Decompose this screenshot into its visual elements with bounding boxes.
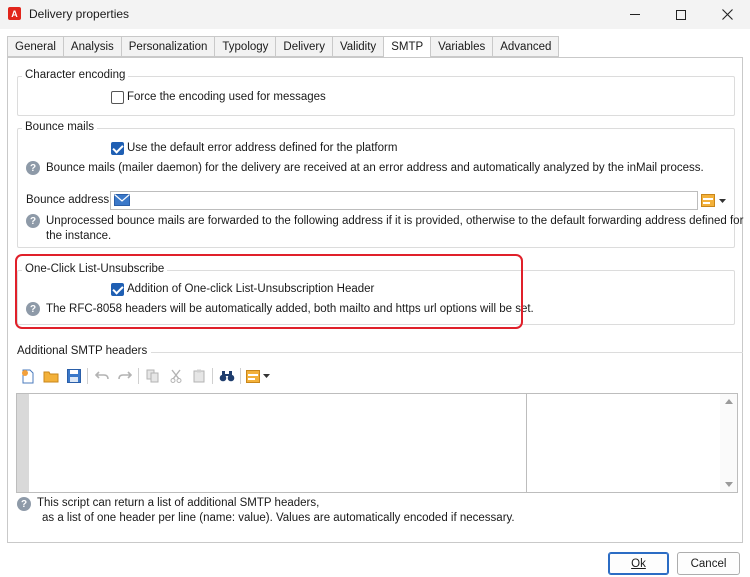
close-icon xyxy=(721,9,733,20)
tab-delivery[interactable]: Delivery xyxy=(275,36,332,57)
save-button[interactable] xyxy=(62,366,85,386)
tab-validity[interactable]: Validity xyxy=(331,36,384,57)
redo-icon xyxy=(117,371,132,380)
binoculars-icon xyxy=(219,371,234,382)
minimize-button[interactable] xyxy=(612,0,658,29)
copy-button[interactable] xyxy=(141,366,164,386)
highlight-box xyxy=(15,254,523,329)
editor-gutter xyxy=(17,394,29,492)
folder-open-icon xyxy=(43,371,58,382)
help-icon: ? xyxy=(26,214,40,228)
character-encoding-legend: Character encoding xyxy=(22,69,129,81)
toolbar-separator xyxy=(240,368,241,384)
tab-smtp[interactable]: SMTP xyxy=(383,36,431,58)
smtp-headers-toolbar xyxy=(16,365,742,387)
toolbar-separator xyxy=(212,368,213,384)
force-encoding-label: Force the encoding used for messages xyxy=(127,91,326,103)
editor-split-divider xyxy=(526,394,527,492)
redo-button[interactable] xyxy=(113,366,136,386)
ok-button[interactable]: Ok xyxy=(608,552,669,575)
tab-bar: General Analysis Personalization Typolog… xyxy=(7,36,560,58)
maximize-button[interactable] xyxy=(658,0,704,29)
help-icon: ? xyxy=(17,497,31,511)
character-encoding-group: Character encoding xyxy=(17,69,735,116)
chevron-down-icon xyxy=(263,374,270,378)
copy-icon xyxy=(146,369,159,383)
tab-personalization[interactable]: Personalization xyxy=(120,36,215,57)
scroll-up-icon[interactable] xyxy=(725,399,733,404)
ok-button-label: Ok xyxy=(631,557,646,570)
open-button[interactable] xyxy=(39,366,62,386)
cut-button[interactable] xyxy=(164,366,187,386)
save-icon xyxy=(66,369,81,383)
bounce-help-text: Bounce mails (mailer daemon) for the del… xyxy=(46,162,704,174)
undo-button[interactable] xyxy=(90,366,113,386)
default-error-address-checkbox[interactable] xyxy=(111,142,124,155)
bounce-mails-legend: Bounce mails xyxy=(22,121,98,133)
tab-variables[interactable]: Variables xyxy=(430,36,493,57)
maximize-icon xyxy=(676,9,686,20)
adobe-app-icon: A xyxy=(8,7,21,20)
tab-advanced[interactable]: Advanced xyxy=(492,36,560,57)
new-button[interactable] xyxy=(16,366,39,386)
app-logo-letter: A xyxy=(11,8,18,19)
tab-typology[interactable]: Typology xyxy=(214,36,276,57)
smtp-headers-help-line2: as a list of one header per line (name: … xyxy=(42,512,515,524)
unprocessed-help-line2: the instance. xyxy=(46,230,112,242)
window-title: Delivery properties xyxy=(29,7,130,21)
insert-field-icon xyxy=(246,369,260,383)
tab-analysis[interactable]: Analysis xyxy=(62,36,121,57)
scroll-down-icon[interactable] xyxy=(725,482,733,487)
vertical-scrollbar[interactable] xyxy=(720,394,737,492)
title-bar: A Delivery properties xyxy=(0,0,750,29)
default-error-address-label: Use the default error address defined fo… xyxy=(127,142,398,154)
bounce-address-input[interactable] xyxy=(110,191,698,210)
insert-menu-button[interactable] xyxy=(243,366,273,386)
chevron-down-icon xyxy=(719,199,726,203)
cancel-button[interactable]: Cancel xyxy=(677,552,740,575)
smtp-headers-legend: Additional SMTP headers xyxy=(17,345,152,357)
smtp-headers-help-line1: This script can return a list of additio… xyxy=(37,497,320,509)
minimize-icon xyxy=(630,14,640,15)
paste-icon xyxy=(193,369,204,383)
tab-general[interactable]: General xyxy=(7,36,63,57)
toolbar-separator xyxy=(138,368,139,384)
new-document-icon xyxy=(21,369,33,383)
toolbar-separator xyxy=(87,368,88,384)
editor-text-area[interactable] xyxy=(31,396,525,490)
cancel-button-label: Cancel xyxy=(690,557,727,570)
find-button[interactable] xyxy=(215,366,238,386)
smtp-headers-editor[interactable] xyxy=(16,393,738,493)
paste-button[interactable] xyxy=(187,366,210,386)
help-icon: ? xyxy=(26,161,40,175)
envelope-icon xyxy=(114,194,130,206)
address-picker-button[interactable] xyxy=(701,193,727,209)
undo-icon xyxy=(94,371,109,380)
unprocessed-help-line1: Unprocessed bounce mails are forwarded t… xyxy=(46,215,744,227)
close-button[interactable] xyxy=(704,0,750,29)
bounce-address-label: Bounce address: xyxy=(26,194,113,206)
cut-icon xyxy=(170,369,181,383)
force-encoding-checkbox[interactable] xyxy=(111,91,124,104)
address-book-icon xyxy=(701,194,715,207)
